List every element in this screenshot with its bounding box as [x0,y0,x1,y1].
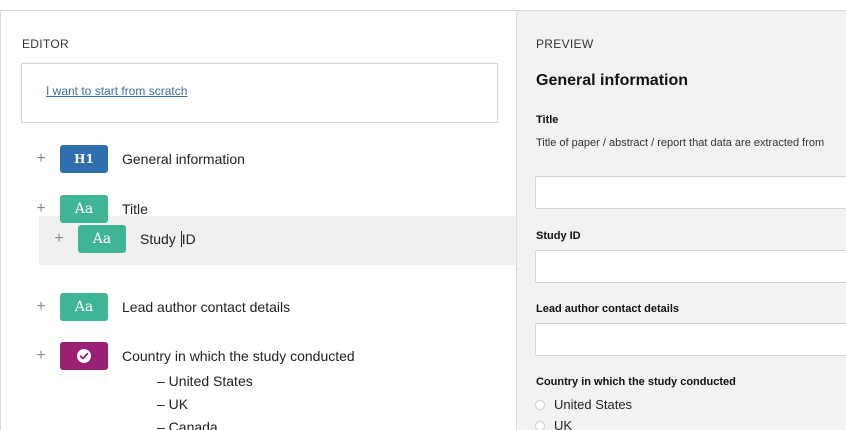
text-cursor [180,231,182,247]
editor-row-lead-author[interactable]: + Aa Lead author contact details [33,293,290,321]
editor-panel: EDITOR I want to start from scratch + H1… [1,11,516,430]
row-label-editing[interactable]: Study ID [140,231,196,247]
radio-button[interactable] [535,399,545,410]
add-icon[interactable]: + [33,150,49,168]
editor-row-title[interactable]: + Aa Title [33,195,148,223]
row-label: Title [122,201,148,217]
field-label-country: Country in which the study conducted [536,376,736,388]
add-icon[interactable]: + [33,347,49,365]
text-type-icon: Aa [60,293,108,321]
editor-row-general-information[interactable]: + H1 General information [33,145,245,173]
field-label-title: Title [536,114,559,126]
row-label: Lead author contact details [122,299,291,315]
option-item: – Canada [157,419,218,430]
heading-type-icon: H1 [60,145,108,173]
field-label-study-id: Study ID [536,230,581,242]
radio-label: United States [554,397,633,412]
editor-row-country[interactable]: + Country in which the study conducted [33,342,355,370]
scratch-box: I want to start from scratch [21,63,498,123]
option-item: – United States [157,373,253,389]
option-item: – UK [157,396,189,412]
row-label-text: Study ID [140,231,196,247]
radio-button[interactable] [535,420,545,430]
field-help-title: Title of paper / abstract / report that … [536,137,825,149]
radio-option-united-states[interactable]: United States [535,397,632,412]
preview-title: PREVIEW [536,37,594,51]
choice-type-icon [60,342,108,370]
title-input[interactable] [535,176,846,209]
row-label: Country in which the study conducted [122,348,355,364]
text-type-icon: Aa [78,225,126,253]
field-label-lead-author: Lead author contact details [536,303,680,315]
preview-panel: PREVIEW General information Title Title … [516,11,846,430]
form-builder: EDITOR I want to start from scratch + H1… [0,10,846,430]
study-id-input[interactable] [535,250,846,283]
check-icon [77,349,91,363]
add-icon[interactable]: + [33,200,49,218]
radio-option-uk[interactable]: UK [535,418,572,430]
add-icon[interactable]: + [51,230,67,248]
lead-author-input[interactable] [535,323,846,356]
add-icon[interactable]: + [33,298,49,316]
text-type-icon: Aa [60,195,108,223]
preview-heading: General information [536,72,689,89]
row-label: General information [122,151,245,167]
start-from-scratch-link[interactable]: I want to start from scratch [46,84,187,98]
editor-title: EDITOR [22,37,69,51]
editor-row-study-id[interactable]: + Aa Study ID [51,225,196,253]
radio-label: UK [554,418,573,430]
